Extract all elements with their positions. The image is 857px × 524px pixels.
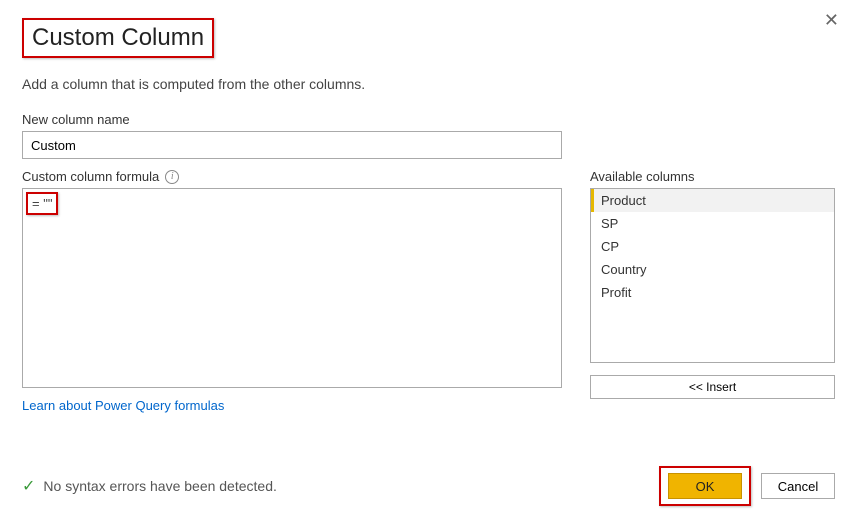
new-column-name-input[interactable]: [22, 131, 562, 159]
list-item[interactable]: Country: [591, 258, 834, 281]
formula-label-text: Custom column formula: [22, 169, 159, 184]
dialog-title: Custom Column: [22, 18, 214, 58]
dialog-subtitle: Add a column that is computed from the o…: [22, 76, 835, 92]
available-columns-label: Available columns: [590, 169, 835, 184]
close-icon[interactable]: ✕: [824, 10, 839, 31]
available-columns-list[interactable]: ProductSPCPCountryProfit: [590, 188, 835, 363]
info-icon[interactable]: i: [165, 170, 179, 184]
formula-content: = "": [26, 192, 58, 215]
learn-link[interactable]: Learn about Power Query formulas: [22, 398, 224, 413]
cancel-button[interactable]: Cancel: [761, 473, 835, 499]
check-icon: ✓: [22, 476, 35, 496]
insert-button[interactable]: << Insert: [590, 375, 835, 399]
new-column-name-label: New column name: [22, 112, 835, 127]
status-text: No syntax errors have been detected.: [43, 478, 276, 494]
ok-button[interactable]: OK: [668, 473, 742, 499]
formula-label: Custom column formula i: [22, 169, 562, 184]
list-item[interactable]: CP: [591, 235, 834, 258]
list-item[interactable]: SP: [591, 212, 834, 235]
list-item[interactable]: Profit: [591, 281, 834, 304]
list-item[interactable]: Product: [591, 189, 834, 212]
formula-textarea[interactable]: = "": [22, 188, 562, 388]
status-bar: ✓ No syntax errors have been detected.: [22, 476, 277, 496]
ok-highlight: OK: [659, 466, 751, 506]
